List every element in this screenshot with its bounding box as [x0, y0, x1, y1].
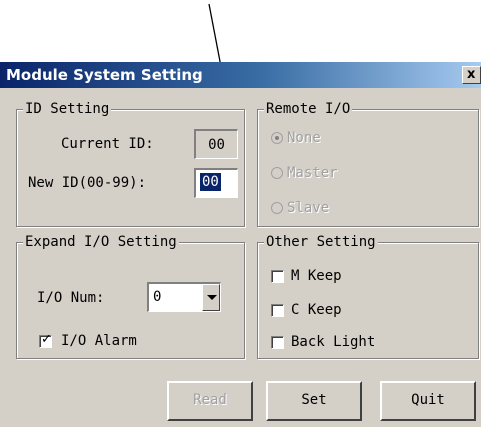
io-alarm-checkbox[interactable]: ✓	[39, 332, 52, 348]
m-keep-label: M Keep	[291, 268, 342, 284]
new-id-value: 00	[200, 173, 221, 191]
m-keep-checkbox[interactable]	[271, 270, 284, 283]
remote-io-group: Remote I/O None Master Slave	[257, 100, 479, 227]
id-setting-legend: ID Setting	[23, 100, 112, 118]
remote-io-legend: Remote I/O	[264, 100, 353, 118]
close-button[interactable]: x	[462, 66, 481, 84]
current-id-label: Current ID:	[61, 136, 154, 152]
chevron-down-icon[interactable]	[202, 284, 220, 311]
back-light-checkbox[interactable]	[271, 336, 284, 349]
radio-master-label: Master	[287, 165, 338, 181]
id-setting-group: ID Setting Current ID: 00 New ID(00-99):…	[16, 100, 245, 227]
title-bar: Module System Setting x	[0, 62, 481, 88]
radio-none[interactable]	[271, 132, 283, 144]
close-icon: x	[467, 67, 476, 82]
radio-slave-label: Slave	[287, 200, 330, 216]
window-title: Module System Setting	[6, 66, 203, 84]
expand-io-legend: Expand I/O Setting	[23, 233, 179, 251]
read-button[interactable]: Read	[167, 381, 253, 421]
current-id-field: 00	[194, 129, 238, 159]
other-setting-legend: Other Setting	[264, 233, 378, 251]
other-setting-group: Other Setting M Keep C Keep Back Light	[257, 233, 479, 359]
back-light-label: Back Light	[291, 334, 376, 350]
io-num-select[interactable]: 0	[147, 282, 221, 312]
checkmark-icon: ✓	[41, 332, 52, 347]
radio-none-label: None	[287, 130, 321, 146]
new-id-input[interactable]: 00	[194, 168, 238, 198]
io-num-label: I/O Num:	[37, 290, 105, 306]
quit-button[interactable]: Quit	[380, 381, 476, 421]
c-keep-label: C Keep	[291, 302, 342, 318]
module-system-setting-dialog: Module System Setting x ID Setting Curre…	[0, 62, 481, 427]
radio-slave[interactable]	[271, 202, 283, 214]
expand-io-group: Expand I/O Setting I/O Num: 0 ✓ I/O Alar…	[16, 233, 245, 359]
radio-master[interactable]	[271, 167, 283, 179]
new-id-label: New ID(00-99):	[28, 175, 147, 191]
set-button[interactable]: Set	[266, 381, 362, 421]
c-keep-checkbox[interactable]	[271, 304, 284, 317]
current-id-value: 00	[208, 137, 225, 153]
io-alarm-label: I/O Alarm	[61, 333, 137, 349]
io-num-value: 0	[153, 289, 162, 305]
